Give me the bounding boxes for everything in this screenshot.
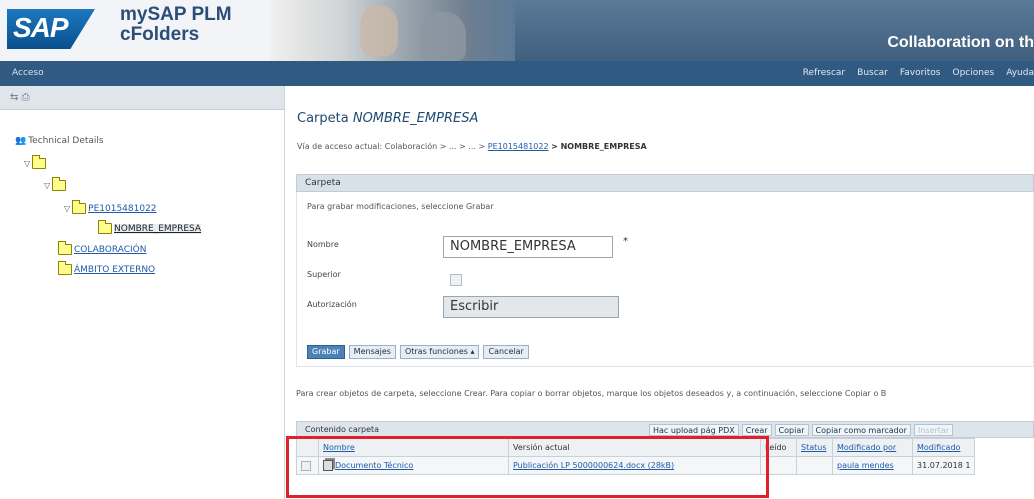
tree-node-label[interactable]: ÁMBITO EXTERNO <box>74 265 155 275</box>
otras-funciones-button[interactable]: Otras funciones ▴ <box>399 345 480 359</box>
main-content: Carpeta NOMBRE_EMPRESA Vía de acceso act… <box>286 86 1034 499</box>
app-subtitle: cFolders <box>120 24 200 45</box>
upload-pdx-button[interactable]: Hac upload pág PDX <box>649 424 739 436</box>
row-modified-cell: 31.07.2018 1 <box>911 456 976 475</box>
tree-root[interactable]: 👥 Technical Details <box>15 136 104 146</box>
menu-refrescar[interactable]: Refrescar <box>803 68 845 78</box>
select-all-header[interactable] <box>296 438 319 457</box>
copiar-marcador-button[interactable]: Copiar como marcador <box>811 424 911 436</box>
expand-icon[interactable]: ▽ <box>44 181 50 190</box>
autorizacion-field[interactable]: Escribir <box>443 296 619 318</box>
col-status[interactable]: Status <box>796 438 833 457</box>
menu-acceso[interactable]: Acceso <box>12 68 44 78</box>
autorizacion-label: Autorización <box>307 300 357 309</box>
breadcrumb-link[interactable]: PE1015481022 <box>488 142 549 151</box>
menu-buscar[interactable]: Buscar <box>857 68 888 78</box>
expand-icon[interactable]: ▽ <box>24 159 30 168</box>
folder-icon <box>32 155 47 169</box>
tree-node-label[interactable]: NOMBRE_EMPRESA <box>114 223 202 234</box>
tree-node-2[interactable]: ▽ <box>44 177 67 191</box>
folder-icon <box>58 261 72 275</box>
row-status-cell <box>796 456 833 475</box>
expand-icon[interactable]: ▽ <box>64 204 70 213</box>
superior-label: Superior <box>307 270 341 279</box>
col-version: Versión actual <box>508 438 761 457</box>
folder-form: Para grabar modificaciones, seleccione G… <box>296 192 1034 367</box>
menu-favoritos[interactable]: Favoritos <box>900 68 941 78</box>
page-title: Carpeta NOMBRE_EMPRESA <box>297 111 479 126</box>
row-checkbox-cell[interactable] <box>296 456 319 475</box>
crear-button[interactable]: Crear <box>741 424 772 436</box>
row-checkbox[interactable] <box>301 460 311 471</box>
document-icon <box>323 460 333 471</box>
app-title: mySAP PLM <box>120 4 232 25</box>
col-nombre[interactable]: Nombre <box>318 438 509 457</box>
form-buttons: Grabar Mensajes Otras funciones ▴ Cancel… <box>307 345 529 359</box>
row-version-cell: Publicación LP 5000000624.docx (28kB) <box>508 456 761 475</box>
banner-photo <box>270 0 515 61</box>
instructions-text: Para crear objetos de carpeta, seleccion… <box>296 389 887 398</box>
menu-bar: Acceso Refrescar Buscar Favoritos Opcion… <box>0 61 1034 86</box>
menu-ayuda[interactable]: Ayuda <box>1006 68 1034 78</box>
nombre-field[interactable]: NOMBRE_EMPRESA <box>443 236 613 258</box>
modified-by-link[interactable]: paula mendes <box>837 461 894 470</box>
grabar-button[interactable]: Grabar <box>307 345 345 359</box>
menu-opciones[interactable]: Opciones <box>953 68 995 78</box>
col-modificado[interactable]: Modificado <box>911 438 976 457</box>
folder-icon <box>58 241 72 255</box>
sidebar-toolbar[interactable]: ⇆ ⎙ <box>0 86 284 110</box>
insertar-button[interactable]: Insertar <box>913 424 954 436</box>
nombre-label: Nombre <box>307 240 339 249</box>
superior-checkbox[interactable] <box>450 274 462 286</box>
sidebar: ⇆ ⎙ 👥 Technical Details ▽ ▽ ▽ PE10154810… <box>0 86 285 499</box>
copiar-button[interactable]: Copiar <box>774 424 809 436</box>
table-title: Contenido carpeta <box>305 425 380 434</box>
col-leido: Leído <box>760 438 797 457</box>
table-row: Documento Técnico Publicación LP 5000000… <box>296 456 976 475</box>
banner-text: Collaboration on th <box>887 34 1034 51</box>
tree-node-colaboracion[interactable]: COLABORACIÓN <box>58 241 147 255</box>
people-icon: 👥 <box>15 136 27 146</box>
tree-node-1[interactable]: ▽ <box>24 155 47 169</box>
tree-node-ambito[interactable]: ÁMBITO EXTERNO <box>58 261 155 275</box>
table-header-row: Nombre Versión actual Leído Status Modif… <box>296 438 976 457</box>
top-banner: SAP mySAP PLM cFolders Collaboration on … <box>0 0 1034 61</box>
row-name-cell: Documento Técnico <box>318 456 509 475</box>
row-leido-cell <box>760 456 797 475</box>
version-link[interactable]: Publicación LP 5000000624.docx (28kB) <box>513 461 674 470</box>
mensajes-button[interactable]: Mensajes <box>348 345 396 359</box>
breadcrumb: Vía de acceso actual: Colaboración > ...… <box>297 142 647 151</box>
cancelar-button[interactable]: Cancelar <box>483 345 529 359</box>
document-link[interactable]: Documento Técnico <box>335 461 413 470</box>
logo-area: SAP mySAP PLM cFolders <box>0 0 270 61</box>
tree-node-pe[interactable]: ▽ PE1015481022 <box>64 200 157 214</box>
folder-icon <box>72 200 87 214</box>
table-header-bar: Contenido carpeta Hac upload pág PDX Cre… <box>296 421 1034 438</box>
sap-logo: SAP <box>7 9 95 49</box>
tree-node-label[interactable]: PE1015481022 <box>88 204 156 214</box>
tree-node-empresa[interactable]: NOMBRE_EMPRESA <box>98 220 202 234</box>
section-header: Carpeta <box>296 174 1034 192</box>
folder-contents-table: Nombre Versión actual Leído Status Modif… <box>296 438 976 475</box>
folder-icon <box>98 220 112 234</box>
form-hint: Para grabar modificaciones, seleccione G… <box>307 202 494 211</box>
required-marker: * <box>623 236 628 247</box>
row-modified-by-cell: paula mendes <box>832 456 913 475</box>
folder-icon <box>52 177 67 191</box>
tree-node-label[interactable]: COLABORACIÓN <box>74 245 147 255</box>
col-modificado-por[interactable]: Modificado por <box>832 438 913 457</box>
